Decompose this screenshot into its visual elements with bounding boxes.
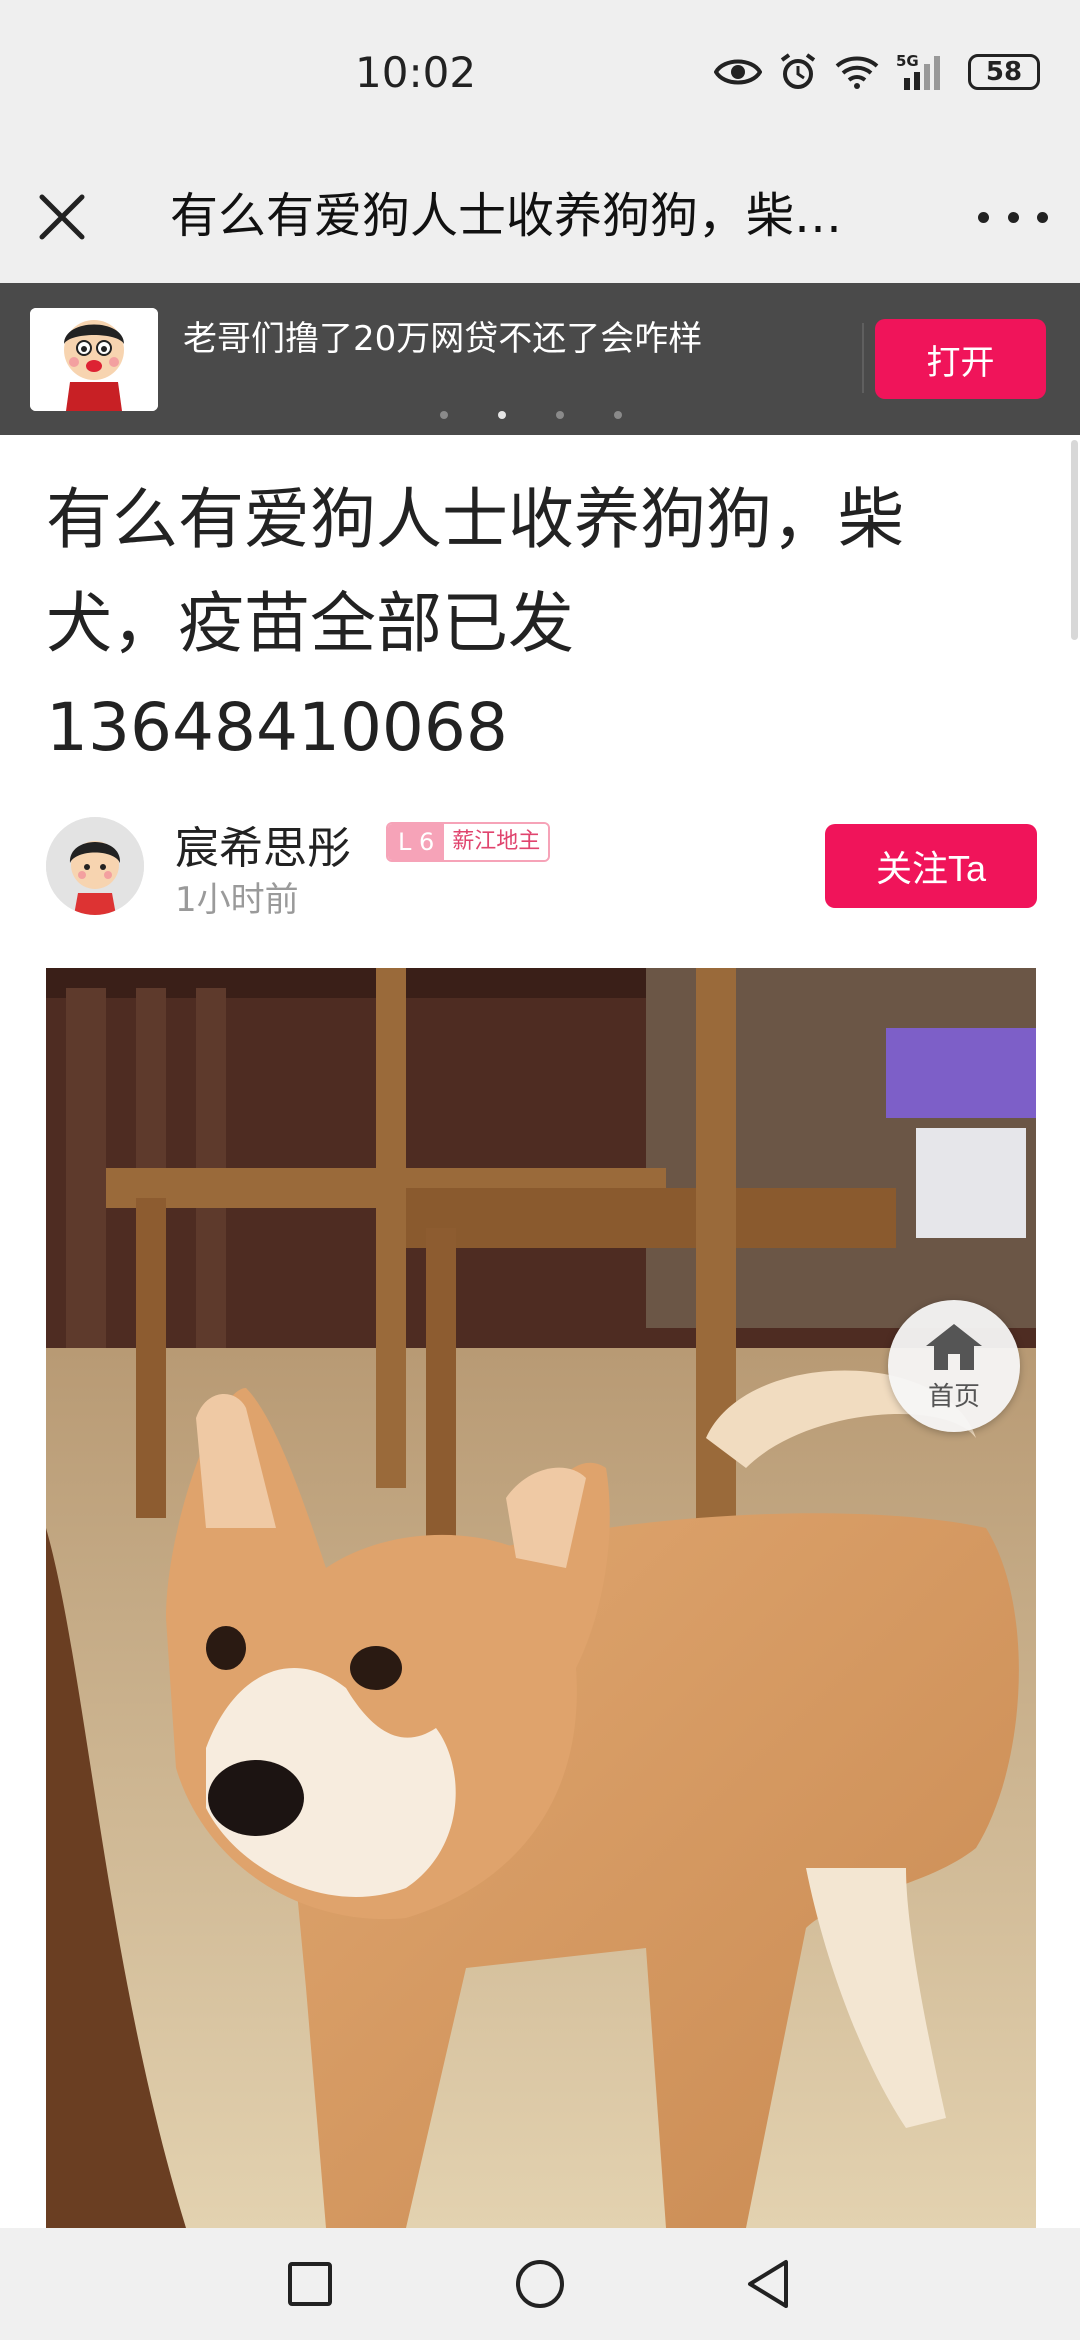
title-bar: 有么有爱狗人士收养狗狗，柴… xyxy=(0,155,1080,283)
battery-indicator: 58 xyxy=(968,54,1040,90)
carousel-dot xyxy=(614,411,622,419)
home-nav-icon[interactable] xyxy=(512,2256,568,2312)
wifi-icon xyxy=(835,56,879,89)
dot-icon xyxy=(1037,211,1048,223)
banner-headline: 老哥们撸了20万网贷不还了会咋样 xyxy=(183,319,703,359)
banner-divider xyxy=(862,323,864,393)
scrollbar[interactable] xyxy=(1071,440,1078,640)
level-badge: L 6 薪江地主 xyxy=(386,822,551,862)
rank-label: 薪江地主 xyxy=(444,824,549,860)
status-time: 10:02 xyxy=(355,48,477,97)
carousel-dot xyxy=(440,411,448,419)
author-avatar[interactable] xyxy=(46,817,144,915)
recents-icon[interactable] xyxy=(282,2256,338,2312)
post-title-line: 犬，疫苗全部已发 xyxy=(46,585,574,662)
post-time: 1小时前 xyxy=(175,880,299,920)
post-title-line: 13648410068 xyxy=(46,689,508,766)
eye-icon xyxy=(714,59,762,85)
signal-5g-icon: 5G xyxy=(896,52,940,90)
post-title-line: 有么有爱狗人士收养狗狗，柴 xyxy=(46,481,904,558)
status-icons: 5G 58 xyxy=(714,52,1040,92)
carousel-dot-active xyxy=(498,411,506,419)
home-label: 首页 xyxy=(927,1381,980,1412)
open-app-button[interactable]: 打开 xyxy=(875,319,1046,399)
status-bar: 10:02 5G 58 xyxy=(0,0,1080,155)
banner-cartoon-avatar xyxy=(30,308,158,411)
level-label: L 6 xyxy=(388,824,445,860)
promo-banner[interactable]: 老哥们撸了20万网贷不还了会咋样 打开 xyxy=(0,283,1080,435)
follow-button[interactable]: 关注Ta xyxy=(825,824,1037,908)
svg-text:5G: 5G xyxy=(896,52,919,70)
more-options-button[interactable] xyxy=(978,195,1048,239)
page-title: 有么有爱狗人士收养狗狗，柴… xyxy=(170,188,843,244)
author-name[interactable]: 宸希思彤 xyxy=(175,812,351,876)
post-image[interactable] xyxy=(46,968,1036,2228)
alarm-icon xyxy=(780,53,816,89)
home-icon xyxy=(926,1323,982,1370)
home-floating-button[interactable]: 首页 xyxy=(888,1300,1020,1432)
carousel-dot xyxy=(556,411,564,419)
dot-icon xyxy=(978,211,989,223)
carousel-dots xyxy=(440,411,622,419)
close-icon[interactable] xyxy=(34,189,90,245)
post-title: 有么有爱狗人士收养狗狗，柴 犬，疫苗全部已发 13648410068 xyxy=(46,468,1036,780)
system-nav-bar xyxy=(0,2228,1080,2340)
back-icon[interactable] xyxy=(742,2256,798,2312)
shiba-dog-photo xyxy=(46,968,1036,2228)
dot-icon xyxy=(1007,211,1019,223)
